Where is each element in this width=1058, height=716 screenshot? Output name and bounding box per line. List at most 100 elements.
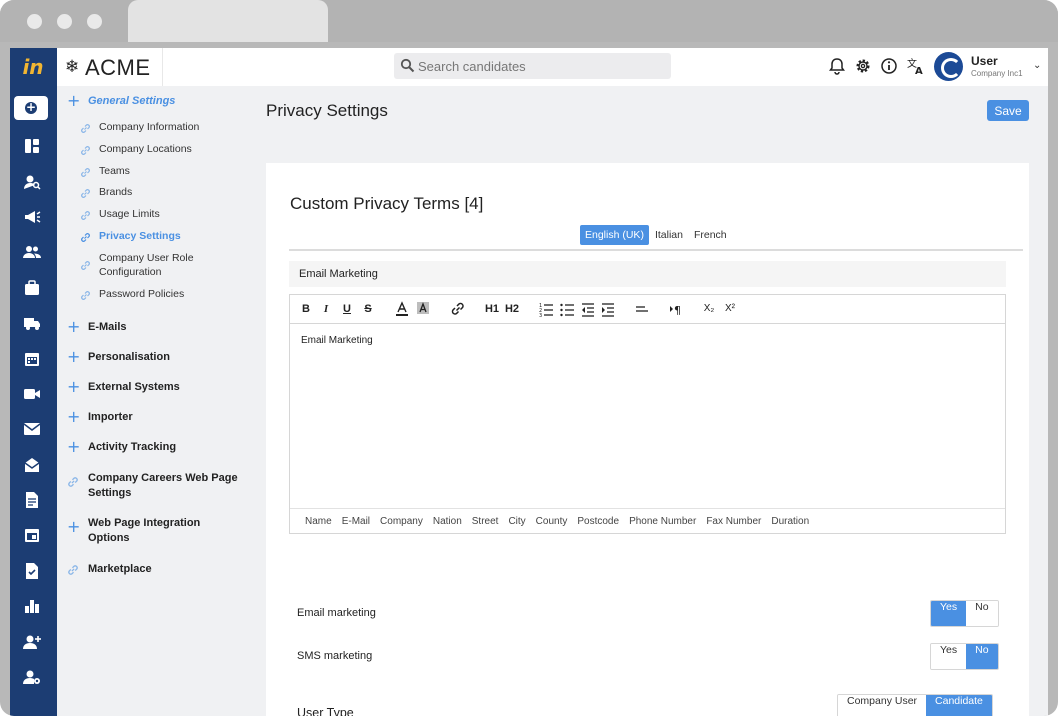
- user-type-company-user-button[interactable]: Company User: [838, 695, 927, 716]
- superscript-button[interactable]: X²: [723, 301, 737, 317]
- sidebar-item-company-locations[interactable]: Company Locations: [80, 142, 219, 161]
- sidebar-group-web-page-integration-options[interactable]: + Web Page Integration Options: [67, 516, 218, 546]
- document-icon[interactable]: [23, 491, 41, 509]
- sidebar-item-label: Company Locations: [99, 143, 192, 155]
- search-box[interactable]: [394, 53, 671, 79]
- placeholder-token[interactable]: Company: [380, 516, 423, 527]
- outdent-icon[interactable]: [581, 301, 595, 317]
- window-maximize-dot[interactable]: [87, 14, 102, 29]
- sidebar-item-usage-limits[interactable]: Usage Limits: [80, 207, 219, 226]
- ordered-list-icon[interactable]: 123: [539, 301, 553, 317]
- app-logo[interactable]: in: [18, 56, 48, 78]
- plus-icon: +: [67, 407, 81, 426]
- sidebar-group-personalisation[interactable]: + Personalisation: [67, 349, 248, 365]
- placeholder-token[interactable]: E-Mail: [342, 516, 370, 527]
- sidebar-group-label: Marketplace: [88, 563, 152, 575]
- translate-icon[interactable]: 文A: [907, 57, 925, 75]
- tab-english-uk[interactable]: English (UK): [580, 225, 649, 245]
- chevron-down-icon[interactable]: ⌄: [1033, 60, 1041, 71]
- sidebar-group-external-systems[interactable]: + External Systems: [67, 379, 248, 395]
- candidate-search-icon[interactable]: [23, 173, 41, 191]
- brand[interactable]: ❄ ACME: [57, 48, 163, 86]
- calendar-icon[interactable]: [23, 350, 41, 368]
- sidebar-group-label: Company Careers Web Page Settings: [88, 472, 238, 499]
- sidebar-group-general[interactable]: + General Settings: [67, 93, 248, 109]
- search-input[interactable]: [418, 53, 663, 79]
- sidebar-group-emails[interactable]: + E-Mails: [67, 319, 248, 335]
- video-icon[interactable]: [23, 385, 41, 403]
- gear-icon[interactable]: [854, 57, 872, 75]
- strikethrough-button[interactable]: S: [362, 301, 374, 317]
- heading-2-button[interactable]: H2: [504, 301, 520, 317]
- sidebar-item-company-information[interactable]: Company Information: [80, 120, 219, 139]
- quick-add-button[interactable]: [14, 96, 48, 120]
- dashboard-icon[interactable]: [23, 137, 41, 155]
- text-color-icon[interactable]: [395, 301, 409, 317]
- bold-button[interactable]: B: [300, 301, 312, 317]
- avatar[interactable]: [934, 52, 963, 81]
- sidebar-item-brands[interactable]: Brands: [80, 185, 219, 204]
- placeholder-token[interactable]: City: [508, 516, 525, 527]
- add-user-icon[interactable]: [23, 633, 41, 651]
- sidebar-group-importer[interactable]: + Importer: [67, 407, 248, 426]
- underline-button[interactable]: U: [341, 301, 353, 317]
- email-marketing-no-button[interactable]: No: [966, 601, 998, 626]
- align-left-icon[interactable]: [635, 301, 649, 317]
- tab-french[interactable]: French: [689, 225, 732, 245]
- email-marketing-label: Email marketing: [297, 607, 376, 619]
- term-name-field[interactable]: Email Marketing: [289, 261, 1006, 287]
- editor-content[interactable]: Email Marketing: [301, 335, 373, 346]
- snowflake-logo-icon: ❄: [65, 57, 80, 77]
- sidebar-link-company-careers-web-page-settings[interactable]: Company Careers Web Page Settings: [67, 471, 246, 501]
- link-button-icon[interactable]: [450, 301, 466, 317]
- subscript-button[interactable]: X₂: [702, 301, 716, 317]
- sms-marketing-no-button[interactable]: No: [966, 644, 998, 669]
- sidebar-item-teams[interactable]: Teams: [80, 164, 219, 183]
- sidebar-item-privacy-settings[interactable]: Privacy Settings: [80, 229, 219, 248]
- campaign-icon[interactable]: [23, 208, 41, 226]
- sidebar-item-label: Company User Role Configuration: [99, 252, 194, 278]
- indent-icon[interactable]: [601, 301, 615, 317]
- user-settings-icon[interactable]: [23, 668, 41, 686]
- link-icon: [80, 208, 91, 226]
- info-icon[interactable]: [880, 57, 898, 75]
- text-direction-icon[interactable]: ¶: [669, 301, 683, 317]
- mail-icon[interactable]: [23, 420, 41, 438]
- sms-marketing-yes-button[interactable]: Yes: [931, 644, 967, 669]
- placeholder-token[interactable]: Street: [472, 516, 499, 527]
- placeholder-token[interactable]: County: [536, 516, 568, 527]
- placeholder-token[interactable]: Name: [305, 516, 332, 527]
- bell-icon[interactable]: [828, 57, 846, 75]
- checklist-icon[interactable]: [23, 562, 41, 580]
- sidebar-link-marketplace[interactable]: Marketplace: [67, 562, 248, 581]
- briefcase-icon[interactable]: [23, 279, 41, 297]
- event-icon[interactable]: [23, 526, 41, 544]
- heading-1-button[interactable]: H1: [484, 301, 500, 317]
- people-icon[interactable]: [23, 243, 41, 261]
- email-marketing-yes-button[interactable]: Yes: [931, 601, 967, 626]
- italic-button[interactable]: I: [320, 301, 332, 317]
- save-button[interactable]: Save: [987, 100, 1029, 121]
- sidebar-group-activity-tracking[interactable]: + Activity Tracking: [67, 439, 248, 455]
- inbox-icon[interactable]: [23, 456, 41, 474]
- window-close-dot[interactable]: [27, 14, 42, 29]
- bar-chart-icon[interactable]: [23, 597, 41, 615]
- sidebar-item-company-user-role-configuration[interactable]: Company User Role Configuration: [80, 251, 204, 279]
- sidebar-item-password-policies[interactable]: Password Policies: [80, 287, 219, 306]
- user-name[interactable]: User: [971, 54, 998, 68]
- user-type-toggle: Company User Candidate: [837, 694, 993, 716]
- browser-tab[interactable]: [128, 0, 328, 42]
- bullet-list-icon[interactable]: [560, 301, 574, 317]
- sidebar-group-label: External Systems: [88, 381, 180, 393]
- truck-icon[interactable]: [23, 314, 41, 332]
- window-minimize-dot[interactable]: [57, 14, 72, 29]
- highlight-color-icon[interactable]: [416, 301, 430, 317]
- placeholder-token[interactable]: Phone Number: [629, 516, 696, 527]
- placeholder-token[interactable]: Fax Number: [706, 516, 761, 527]
- placeholder-token[interactable]: Duration: [771, 516, 809, 527]
- editor-toolbar: B I U S H1 H2 123 ¶ X₂ X²: [290, 295, 1005, 324]
- placeholder-token[interactable]: Postcode: [577, 516, 619, 527]
- user-type-candidate-button[interactable]: Candidate: [926, 695, 992, 716]
- tab-italian[interactable]: Italian: [650, 225, 688, 245]
- placeholder-token[interactable]: Nation: [433, 516, 462, 527]
